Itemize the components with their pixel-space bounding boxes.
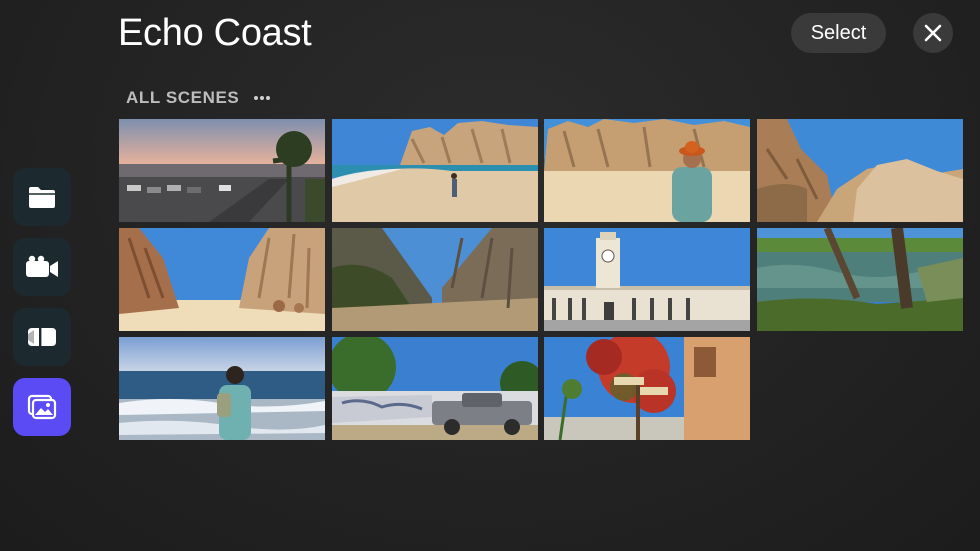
scene-image	[332, 337, 538, 440]
scene-thumbnail-10[interactable]	[332, 337, 538, 440]
scene-thumbnail-11[interactable]	[544, 337, 750, 440]
scene-image	[332, 119, 538, 222]
scene-image	[544, 228, 750, 331]
scene-grid	[0, 0, 980, 551]
scene-thumbnail-5[interactable]	[119, 228, 325, 331]
scene-thumbnail-2[interactable]	[332, 119, 538, 222]
scene-image	[119, 119, 325, 222]
scene-thumbnail-6[interactable]	[332, 228, 538, 331]
scene-thumbnail-7[interactable]	[544, 228, 750, 331]
scene-thumbnail-4[interactable]	[757, 119, 963, 222]
scene-image	[332, 228, 538, 331]
scene-image	[544, 337, 750, 440]
scene-image	[544, 119, 750, 222]
scene-thumbnail-3[interactable]	[544, 119, 750, 222]
scene-browser: Echo Coast Select ALL SCENES	[0, 0, 980, 551]
scene-thumbnail-9[interactable]	[119, 337, 325, 440]
scene-thumbnail-8[interactable]	[757, 228, 963, 331]
scene-image	[119, 337, 325, 440]
scene-image	[757, 119, 963, 222]
scene-image	[119, 228, 325, 331]
scene-image	[757, 228, 963, 331]
scene-thumbnail-1[interactable]	[119, 119, 325, 222]
